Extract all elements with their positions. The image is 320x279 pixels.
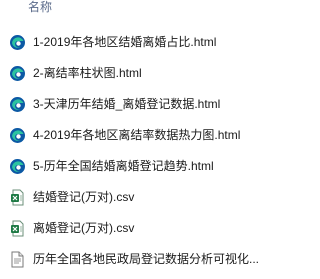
- edge-icon: [9, 158, 26, 175]
- file-row-html-3[interactable]: 3-天津历年结婚_离婚登记数据.html: [0, 92, 267, 116]
- file-name: 历年全国各地民政局登记数据分析可视化...: [33, 252, 260, 266]
- edge-icon: [9, 127, 26, 144]
- file-name: 3-天津历年结婚_离婚登记数据.html: [33, 97, 221, 111]
- file-row-html-5[interactable]: 5-历年全国结婚离婚登记趋势.html: [0, 154, 267, 178]
- file-name: 1-2019年各地区结婚离婚占比.html: [33, 35, 217, 49]
- file-row-doc[interactable]: 历年全国各地民政局登记数据分析可视化...: [0, 247, 267, 271]
- file-row-csv-2[interactable]: 离婚登记(万对).csv: [0, 216, 267, 240]
- file-name: 离婚登记(万对).csv: [33, 221, 135, 235]
- doc-icon: [9, 251, 26, 268]
- file-name: 2-离结率柱状图.html: [33, 66, 142, 80]
- file-row-html-1[interactable]: 1-2019年各地区结婚离婚占比.html: [0, 30, 267, 54]
- edge-icon: [9, 34, 26, 51]
- file-name: 结婚登记(万对).csv: [33, 190, 135, 204]
- file-name: 4-2019年各地区离结率数据热力图.html: [33, 128, 241, 142]
- file-row-html-2[interactable]: 2-离结率柱状图.html: [0, 61, 267, 85]
- csv-icon: [9, 220, 26, 237]
- csv-icon: [9, 189, 26, 206]
- file-row-html-4[interactable]: 4-2019年各地区离结率数据热力图.html: [0, 123, 267, 147]
- name-column-header[interactable]: 名称: [28, 0, 52, 14]
- file-row-csv-1[interactable]: 结婚登记(万对).csv: [0, 185, 267, 209]
- file-name: 5-历年全国结婚离婚登记趋势.html: [33, 159, 214, 173]
- file-explorer: 名称 1-2019年各地区结婚离婚占比.html 2-离结率柱状图.html 3…: [0, 0, 267, 279]
- edge-icon: [9, 65, 26, 82]
- column-header[interactable]: 名称: [0, 0, 267, 16]
- edge-icon: [9, 96, 26, 113]
